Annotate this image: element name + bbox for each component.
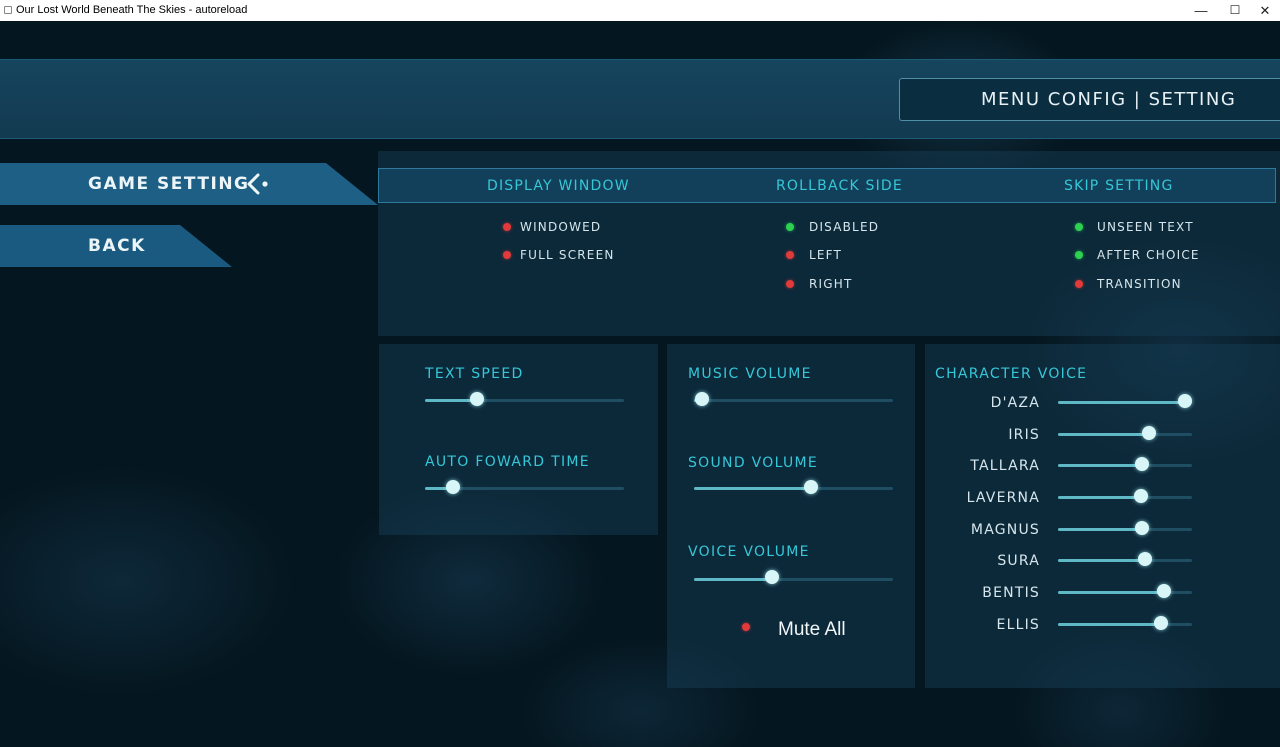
status-dot	[1075, 280, 1083, 288]
status-dot	[503, 251, 511, 259]
slider-fill	[1058, 496, 1142, 499]
slider-fill	[694, 578, 772, 581]
character-voice-slider[interactable]	[1058, 401, 1192, 404]
status-dot	[1075, 251, 1083, 259]
music-volume-slider[interactable]	[694, 399, 893, 402]
character-voice-slider[interactable]	[1058, 559, 1192, 562]
text-speed-label: TEXT SPEED	[425, 366, 524, 382]
slider-fill	[1058, 591, 1164, 594]
minimize-button[interactable]: —	[1183, 0, 1219, 21]
window-titlebar: Our Lost World Beneath The Skies - autor…	[0, 0, 1280, 21]
option-label: UNSEEN TEXT	[1097, 220, 1194, 234]
slider-fill	[1058, 623, 1162, 626]
option-label: WINDOWED	[520, 220, 602, 234]
character-name: BENTIS	[982, 585, 1040, 601]
skip-setting-title: SKIP SETTING	[1064, 178, 1174, 194]
slider-fill	[694, 487, 812, 490]
character-name: LAVERNA	[966, 490, 1040, 506]
option-label: FULL SCREEN	[520, 248, 615, 262]
character-voice-slider[interactable]	[1058, 528, 1192, 531]
status-dot	[742, 623, 750, 631]
voice-volume-label: VOICE VOLUME	[688, 544, 810, 560]
character-voice-slider[interactable]	[1058, 464, 1192, 467]
character-name: IRIS	[1008, 427, 1040, 443]
character-voice-slider[interactable]	[1058, 433, 1192, 436]
character-voice-slider[interactable]	[1058, 496, 1192, 499]
status-dot	[786, 251, 794, 259]
close-button[interactable]: ✕	[1247, 0, 1280, 21]
status-dot	[786, 223, 794, 231]
option-label: LEFT	[809, 248, 843, 262]
music-volume-label: MUSIC VOLUME	[688, 366, 812, 382]
slider-fill	[1058, 528, 1143, 531]
nav-game-setting[interactable]: GAME SETTING	[0, 163, 378, 205]
character-voice-knob[interactable]	[1142, 426, 1157, 440]
menu-title: MENU CONFIG | SETTING	[899, 78, 1280, 121]
voice-volume-knob[interactable]	[764, 570, 779, 584]
music-volume-knob[interactable]	[694, 392, 709, 406]
character-voice-knob[interactable]	[1138, 552, 1153, 566]
window-title: Our Lost World Beneath The Skies - autor…	[16, 4, 248, 16]
character-voice-title: CHARACTER VOICE	[935, 366, 1088, 382]
slider-fill	[425, 399, 477, 402]
status-dot	[503, 223, 511, 231]
sound-volume-label: SOUND VOLUME	[688, 455, 819, 471]
character-name: SURA	[997, 553, 1040, 569]
sound-volume-slider[interactable]	[694, 487, 893, 490]
display-window-title: DISPLAY WINDOW	[487, 178, 630, 194]
character-name: ELLIS	[996, 617, 1040, 633]
option-label: DISABLED	[809, 220, 880, 234]
rollback-side-title: ROLLBACK SIDE	[776, 178, 903, 194]
app-icon	[4, 6, 12, 14]
auto-forward-knob[interactable]	[445, 480, 460, 494]
chevron-left-dot-icon	[247, 173, 268, 195]
slider-fill	[1058, 401, 1186, 404]
nav-game-setting-label: GAME SETTING	[88, 174, 250, 194]
character-name: MAGNUS	[970, 522, 1040, 538]
option-label: TRANSITION	[1097, 277, 1182, 291]
character-name: D'AZA	[990, 395, 1040, 411]
text-speed-knob[interactable]	[469, 392, 484, 406]
character-voice-knob[interactable]	[1134, 489, 1149, 503]
status-dot	[1075, 223, 1083, 231]
character-voice-slider[interactable]	[1058, 623, 1192, 626]
character-voice-slider[interactable]	[1058, 591, 1192, 594]
character-name: TALLARA	[970, 458, 1040, 474]
voice-volume-slider[interactable]	[694, 578, 893, 581]
mute-all-label: Mute All	[778, 619, 846, 640]
auto-forward-label: AUTO FOWARD TIME	[425, 454, 590, 470]
option-label: RIGHT	[809, 277, 853, 291]
text-speed-slider[interactable]	[425, 399, 624, 402]
character-voice-knob[interactable]	[1156, 584, 1171, 598]
slider-fill	[1058, 464, 1143, 467]
slider-fill	[1058, 559, 1146, 562]
slider-fill	[1058, 433, 1150, 436]
status-dot	[786, 280, 794, 288]
option-label: AFTER CHOICE	[1097, 248, 1200, 262]
nav-back-label: BACK	[88, 236, 146, 256]
